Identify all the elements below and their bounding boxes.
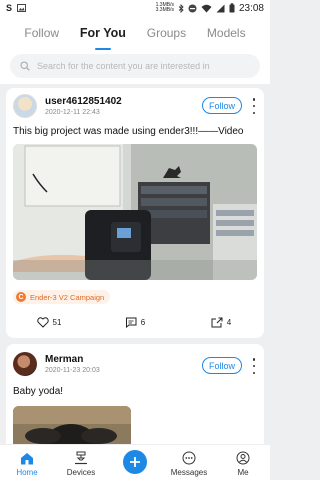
like-button[interactable]: 51 [6, 314, 92, 330]
printer-device-icon [75, 451, 87, 465]
post-date: 2020-12-11 22:43 [45, 109, 100, 116]
nav-devices[interactable]: Devices [54, 445, 108, 480]
video-frame-image [13, 144, 257, 280]
post-text[interactable]: This big project was made using ender3!!… [13, 126, 244, 137]
post-username[interactable]: Merman [45, 354, 100, 365]
post-username[interactable]: user4612851402 [45, 96, 122, 107]
nav-devices-label: Devices [66, 468, 96, 477]
campaign-icon: C [16, 292, 26, 302]
nav-home[interactable]: Home [0, 445, 54, 480]
wifi-icon [201, 4, 212, 12]
tab-groups[interactable]: Groups [145, 22, 188, 44]
nav-messages-label: Messages [170, 468, 208, 477]
app-notification-icon: S [6, 3, 13, 13]
comment-button[interactable]: 6 [92, 314, 178, 330]
tab-models[interactable]: Models [205, 22, 248, 44]
campaign-tag[interactable]: C Ender-3 V2 Campaign [13, 290, 111, 304]
like-count: 51 [52, 317, 62, 327]
search-input[interactable]: Search for the content you are intereste… [10, 54, 260, 78]
tab-follow[interactable]: Follow [22, 22, 61, 44]
post-card[interactable]: Merman 2020-11-23 20:03 Follow Baby yoda… [6, 344, 264, 454]
heart-icon [36, 316, 49, 328]
bluetooth-icon [178, 3, 184, 13]
nav-create[interactable] [108, 445, 162, 480]
campaign-label: Ender-3 V2 Campaign [30, 292, 105, 302]
nav-home-label: Home [16, 468, 38, 477]
comment-count: 6 [140, 317, 146, 327]
avatar[interactable] [13, 94, 37, 118]
image-notification-icon [17, 4, 27, 12]
nav-messages[interactable]: Messages [162, 445, 216, 480]
search-placeholder: Search for the content you are intereste… [37, 61, 210, 71]
user-profile-icon [236, 451, 250, 465]
status-bar: S 1.3MB/s 3.3MB/s 23:08 [0, 0, 270, 16]
signal-icon [216, 4, 225, 12]
network-speed: 1.3MB/s 3.3MB/s [155, 2, 174, 13]
battery-icon [229, 3, 235, 13]
plus-icon [130, 457, 140, 467]
clock: 23:08 [238, 2, 264, 14]
share-button[interactable]: 4 [178, 314, 264, 330]
more-options-icon[interactable] [250, 98, 258, 114]
search-icon [20, 61, 30, 71]
nav-me-label: Me [237, 468, 249, 477]
post-actions: 51 6 4 [6, 314, 264, 330]
add-post-button[interactable] [123, 450, 147, 474]
follow-button[interactable]: Follow [202, 97, 242, 114]
tab-for-you[interactable]: For You [78, 22, 128, 44]
comment-icon [125, 317, 137, 328]
post-header: Merman 2020-11-23 20:03 [13, 352, 100, 376]
message-icon [182, 451, 196, 465]
search-bar: Search for the content you are intereste… [0, 50, 270, 84]
avatar[interactable] [13, 352, 37, 376]
more-options-icon[interactable] [250, 358, 258, 374]
feed-tabs: Follow For You Groups Models [0, 16, 270, 50]
post-header: user4612851402 2020-12-11 22:43 [13, 94, 122, 118]
share-icon [211, 317, 223, 327]
share-count: 4 [226, 317, 232, 327]
nav-me[interactable]: Me [216, 445, 270, 480]
bottom-navigation: Home Devices Messages Me [0, 444, 270, 480]
post-text[interactable]: Baby yoda! [13, 386, 63, 397]
do-not-disturb-icon [188, 4, 197, 12]
post-video-thumbnail[interactable] [13, 144, 257, 280]
post-card[interactable]: user4612851402 2020-12-11 22:43 Follow T… [6, 88, 264, 338]
home-icon [21, 452, 33, 464]
post-date: 2020-11-23 20:03 [45, 367, 100, 374]
follow-button[interactable]: Follow [202, 357, 242, 374]
